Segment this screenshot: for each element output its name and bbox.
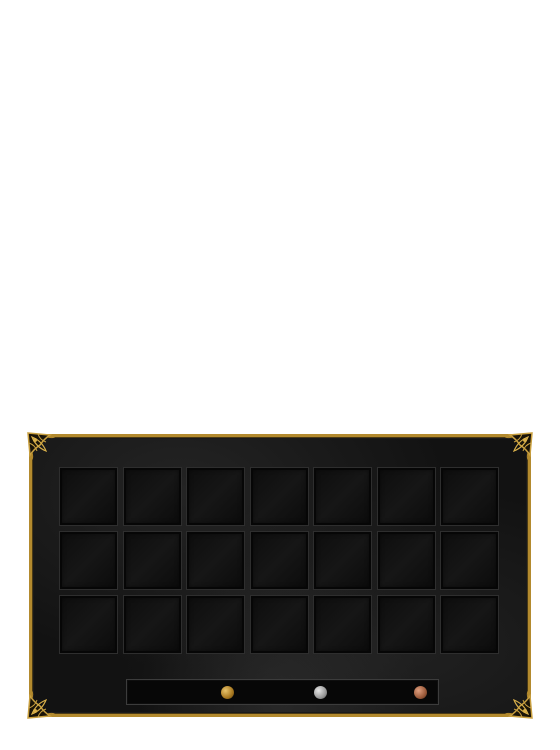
inventory-slot[interactable]: [376, 467, 436, 526]
inventory-slot[interactable]: [440, 467, 499, 526]
inventory-slot[interactable]: [440, 531, 499, 590]
gold-coin-icon: [221, 686, 234, 699]
inventory-slot[interactable]: [313, 467, 372, 526]
corner-ornament-icon: [26, 431, 64, 469]
corner-ornament-icon: [496, 431, 534, 469]
inventory-slot[interactable]: [376, 531, 436, 590]
inventory-slot[interactable]: [122, 531, 182, 590]
inventory-slot[interactable]: [249, 595, 309, 654]
inventory-slot[interactable]: [376, 595, 436, 654]
inventory-panel: [26, 431, 534, 720]
inventory-slot[interactable]: [440, 595, 499, 654]
corner-ornament-icon: [496, 682, 534, 720]
inventory-slot[interactable]: [186, 595, 245, 654]
inventory-slot[interactable]: [313, 595, 372, 654]
inventory-slot[interactable]: [59, 595, 118, 654]
inventory-slot[interactable]: [186, 531, 245, 590]
copper-coin-icon: [414, 686, 427, 699]
inventory-slot[interactable]: [186, 467, 245, 526]
inventory-slot[interactable]: [313, 531, 372, 590]
game-screen: [0, 0, 560, 750]
inventory-grid: [59, 467, 499, 654]
inventory-slot[interactable]: [122, 595, 182, 654]
corner-ornament-icon: [26, 682, 64, 720]
inventory-slot[interactable]: [122, 467, 182, 526]
inventory-slot[interactable]: [59, 467, 118, 526]
inventory-slot[interactable]: [249, 531, 309, 590]
inventory-slot[interactable]: [249, 467, 309, 526]
currency-bar: [126, 679, 439, 705]
silver-coin-icon: [314, 686, 327, 699]
inventory-slot[interactable]: [59, 531, 118, 590]
